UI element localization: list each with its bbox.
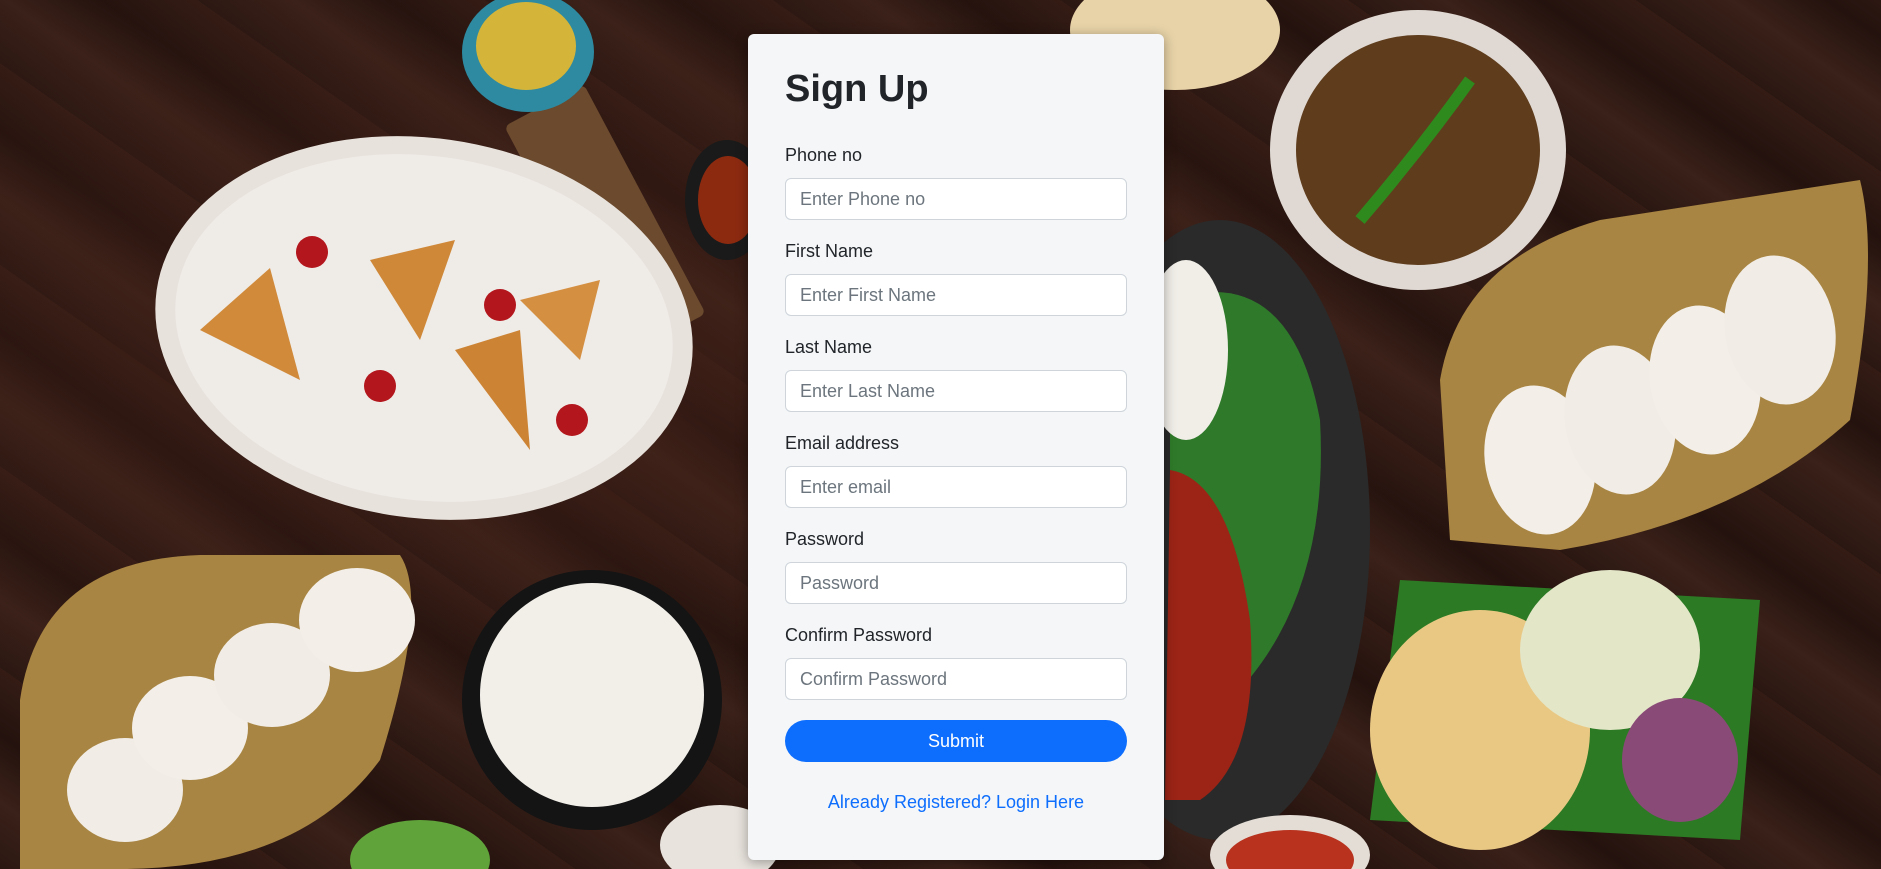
last-name-field-group: Last Name: [785, 336, 1127, 412]
lime: [350, 820, 490, 869]
phone-field-group: Phone no: [785, 144, 1127, 220]
last-name-input[interactable]: [785, 370, 1127, 412]
page-title: Sign Up: [785, 68, 929, 110]
password-field-group: Password: [785, 528, 1127, 604]
phone-label: Phone no: [785, 145, 863, 165]
password-label: Password: [785, 529, 865, 549]
confirm-password-field-group: Confirm Password: [785, 624, 1127, 700]
signup-card: Sign Up Phone no First Name Last Name Em…: [748, 34, 1164, 860]
password-input[interactable]: [785, 562, 1127, 604]
first-name-field-group: First Name: [785, 240, 1127, 316]
confirm-password-label: Confirm Password: [785, 625, 933, 645]
login-link[interactable]: Already Registered? Login Here: [785, 792, 1127, 813]
first-name-input[interactable]: [785, 274, 1127, 316]
email-input[interactable]: [785, 466, 1127, 508]
confirm-password-input[interactable]: [785, 658, 1127, 700]
email-label: Email address: [785, 433, 900, 453]
page: Sign Up Phone no First Name Last Name Em…: [0, 0, 1881, 869]
last-name-label: Last Name: [785, 337, 873, 357]
submit-button[interactable]: Submit: [785, 720, 1127, 762]
phone-input[interactable]: [785, 178, 1127, 220]
first-name-label: First Name: [785, 241, 874, 261]
email-field-group: Email address: [785, 432, 1127, 508]
